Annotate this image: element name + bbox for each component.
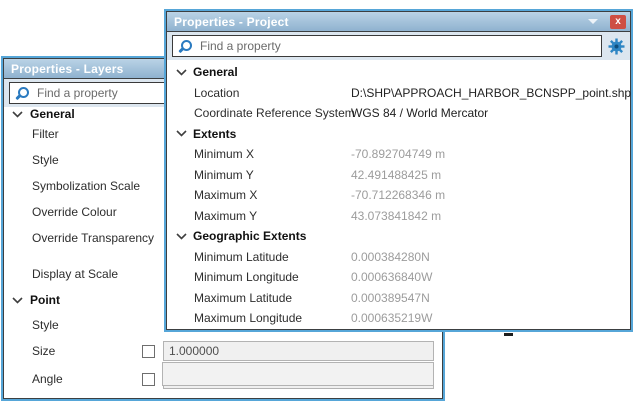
- property-row-maximum-longitude: Maximum Longitude 0.000635219W: [167, 308, 630, 329]
- chevron-down-icon: [176, 69, 187, 76]
- project-panel-title: Properties - Project: [174, 15, 582, 29]
- property-value: 0.000636840W: [351, 270, 630, 284]
- window-menu-chevron-icon[interactable]: [588, 19, 598, 24]
- screen-artifact: [504, 333, 513, 336]
- settings-gear-icon[interactable]: [608, 38, 625, 55]
- property-value: 0.000635219W: [351, 311, 630, 325]
- project-panel-content: General Location D:\SHP\APPROACH_HARBOR_…: [167, 60, 630, 329]
- project-panel-titlebar[interactable]: Properties - Project x: [167, 12, 630, 32]
- section-header-label: Geographic Extents: [193, 229, 306, 243]
- project-search-box[interactable]: [172, 35, 602, 57]
- section-header-label: General: [193, 65, 238, 79]
- close-button[interactable]: x: [610, 15, 626, 29]
- item-label: Angle: [32, 372, 142, 386]
- property-value: 0.000389547N: [351, 291, 630, 305]
- property-label: Maximum X: [194, 188, 351, 202]
- property-row-maximum-y: Maximum Y 43.073841842 m: [167, 206, 630, 227]
- property-row-minimum-x: Minimum X -70.892704749 m: [167, 144, 630, 165]
- property-label: Minimum X: [194, 147, 351, 161]
- item-label: Style: [32, 318, 59, 332]
- property-row-minimum-longitude: Minimum Longitude 0.000636840W: [167, 267, 630, 288]
- property-row-minimum-latitude: Minimum Latitude 0.000384280N: [167, 247, 630, 268]
- angle-expression-checkbox[interactable]: [142, 373, 155, 386]
- item-label: Filter: [32, 127, 59, 141]
- item-label: Override Colour: [32, 205, 117, 219]
- item-label: Size: [32, 344, 142, 358]
- section-header-geographic-extents[interactable]: Geographic Extents: [167, 226, 630, 247]
- section-header-general[interactable]: General: [167, 62, 630, 83]
- property-value: -70.892704749 m: [351, 147, 630, 161]
- property-row-maximum-x: Maximum X -70.712268346 m: [167, 185, 630, 206]
- project-properties-panel: Properties - Project x: [166, 11, 631, 330]
- property-label: Coordinate Reference System: [194, 106, 351, 120]
- item-label: Style: [32, 153, 59, 167]
- section-header-extents[interactable]: Extents: [167, 124, 630, 145]
- chevron-down-icon: [12, 297, 23, 304]
- property-value: 42.491488425 m: [351, 168, 630, 182]
- property-label: Maximum Y: [194, 209, 351, 223]
- search-icon: [16, 87, 29, 100]
- item-label: Display at Scale: [32, 267, 118, 281]
- property-label: Minimum Latitude: [194, 250, 351, 264]
- size-value-input[interactable]: [163, 341, 434, 361]
- property-label: Minimum Longitude: [194, 270, 351, 284]
- chevron-down-icon: [176, 130, 187, 137]
- property-label: Maximum Longitude: [194, 311, 351, 325]
- property-row-crs: Coordinate Reference System WGS 84 / Wor…: [167, 103, 630, 124]
- project-search-input[interactable]: [200, 39, 595, 53]
- property-value: WGS 84 / World Mercator: [351, 106, 630, 120]
- property-value: -70.712268346 m: [351, 188, 630, 202]
- project-search-row: [167, 32, 630, 60]
- section-header-label: Extents: [193, 127, 236, 141]
- desktop: Properties - Layers: [0, 0, 635, 404]
- point-style-input-partial[interactable]: [162, 362, 434, 386]
- property-label: Location: [194, 86, 351, 100]
- property-value: 0.000384280N: [351, 250, 630, 264]
- section-header-label: General: [30, 107, 75, 121]
- property-row-maximum-latitude: Maximum Latitude 0.000389547N: [167, 288, 630, 309]
- item-label: Symbolization Scale: [32, 179, 140, 193]
- chevron-down-icon: [176, 233, 187, 240]
- search-icon: [179, 40, 192, 53]
- property-row-minimum-y: Minimum Y 42.491488425 m: [167, 165, 630, 186]
- section-header-label: Point: [30, 293, 60, 307]
- property-label: Minimum Y: [194, 168, 351, 182]
- item-label: Override Transparency: [32, 231, 154, 245]
- property-label: Maximum Latitude: [194, 291, 351, 305]
- layers-row-size: Size: [4, 337, 442, 365]
- property-value: D:\SHP\APPROACH_HARBOR_BCNSPP_point.shp: [351, 86, 631, 100]
- property-row-location: Location D:\SHP\APPROACH_HARBOR_BCNSPP_p…: [167, 83, 630, 104]
- chevron-down-icon: [12, 111, 23, 118]
- property-value: 43.073841842 m: [351, 209, 630, 223]
- size-expression-checkbox[interactable]: [142, 345, 155, 358]
